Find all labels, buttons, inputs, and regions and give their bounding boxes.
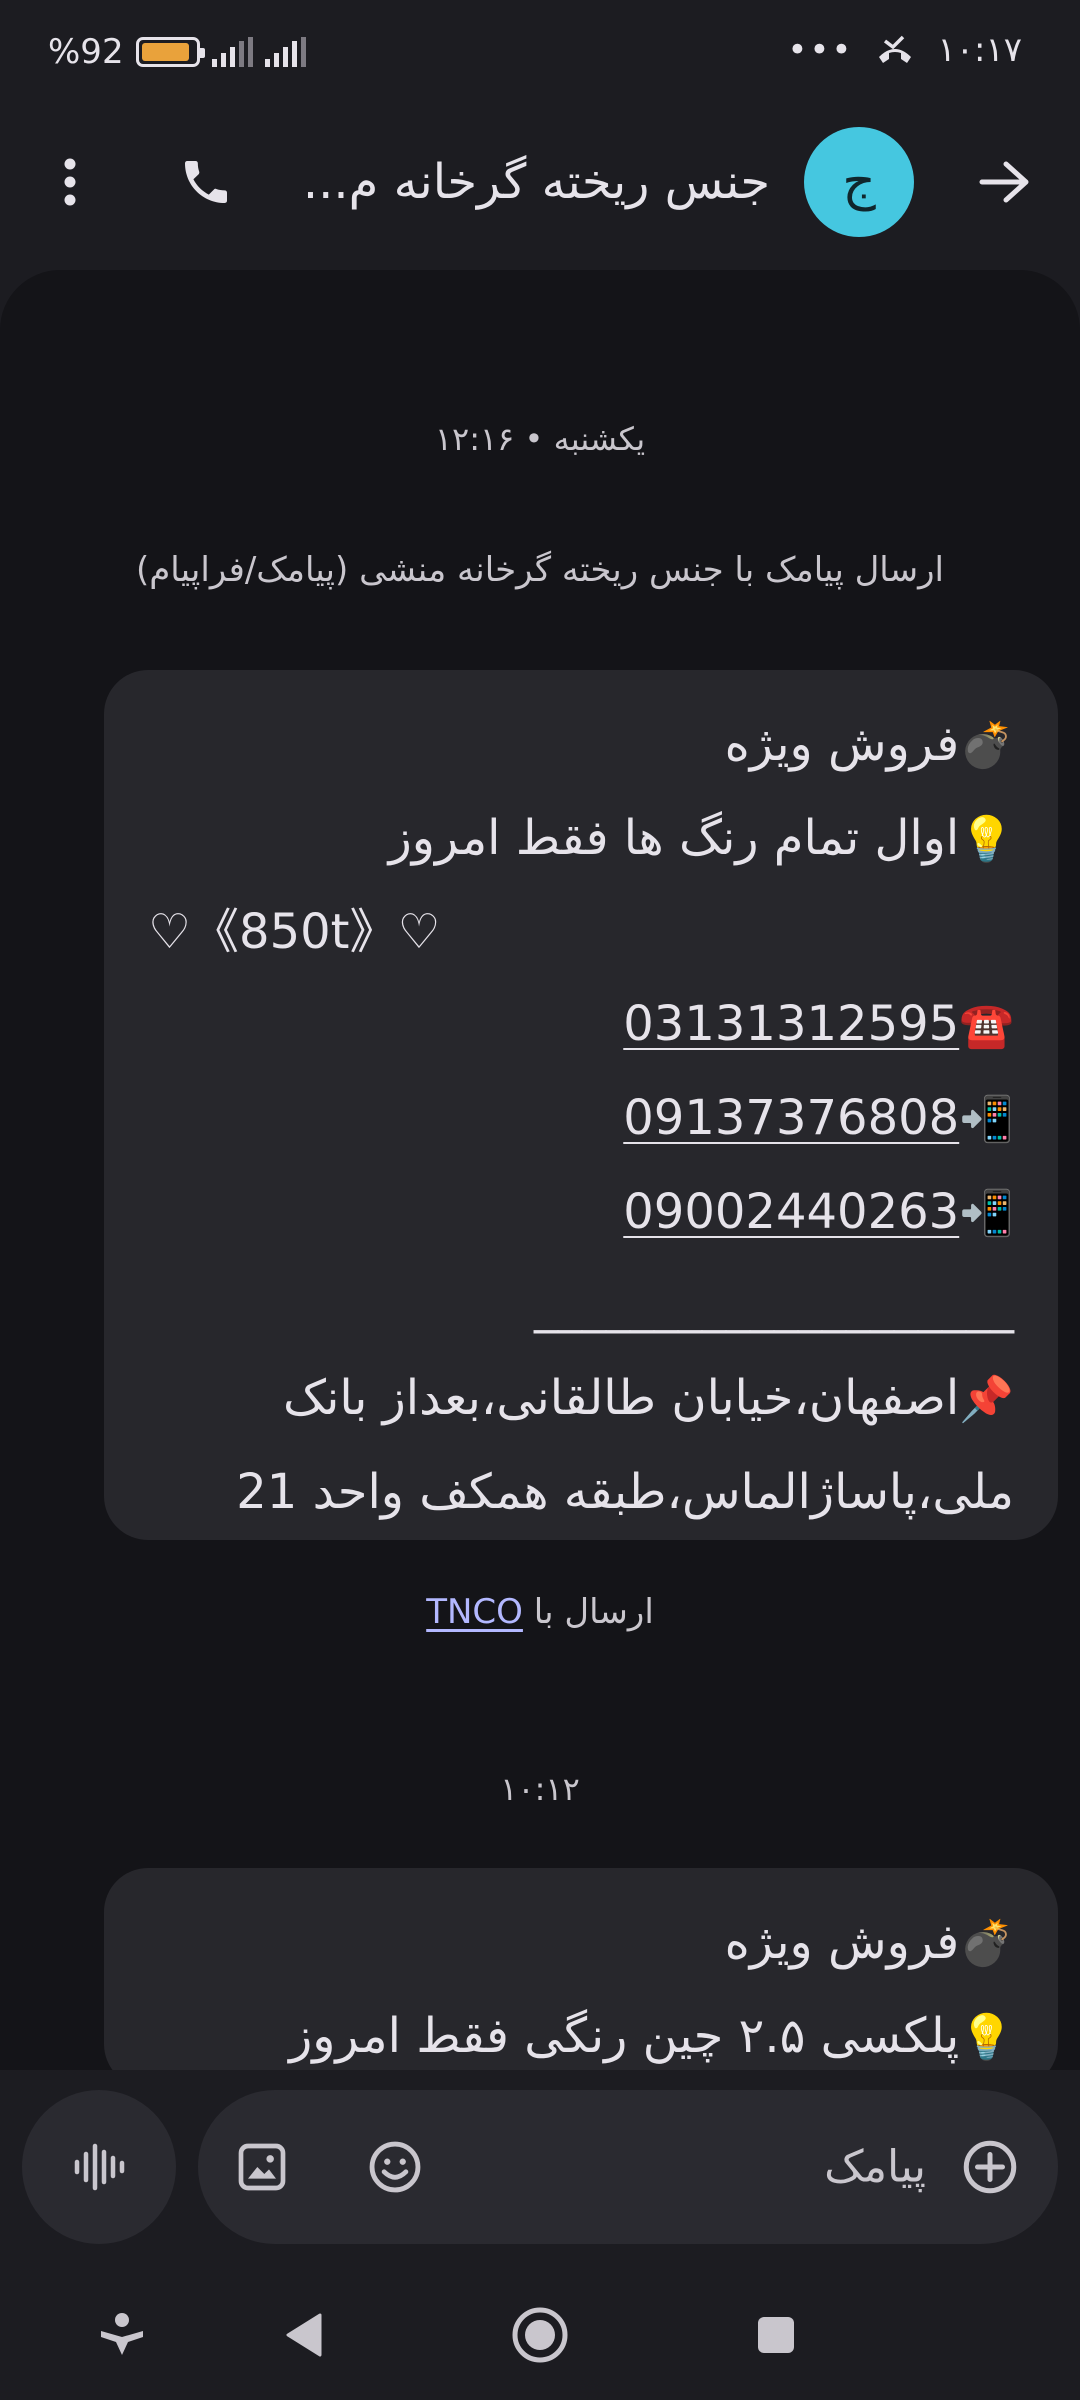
emoji-button[interactable] xyxy=(366,2138,424,2196)
message-line: 💡پلکسی ۲.۵ چین رنگی فقط امروز xyxy=(148,1990,1014,2070)
composer-bar xyxy=(0,2090,1080,2250)
back-button[interactable] xyxy=(978,160,1032,204)
status-left: %92 xyxy=(48,32,306,72)
bomb-emoji: 💣 xyxy=(959,1918,1014,1969)
arrow-right-icon xyxy=(979,161,1029,203)
pin-emoji: 📌 xyxy=(959,1374,1014,1425)
address-line: ملی،پاساژالماس،طبقه همکف واحد 21 xyxy=(236,1464,1014,1520)
mobile-emoji: 📲 xyxy=(959,1094,1014,1145)
message-line: 💣فروش ویژه xyxy=(148,698,1014,792)
address-line: 📌اصفهان،خیابان طالقانی،بعداز بانک xyxy=(148,1352,1014,1446)
message-text: ♡《850t》♡ xyxy=(148,904,441,960)
status-bar: %92 ••• ۱۰:۱۷ xyxy=(0,0,1080,110)
message-bubble[interactable]: 💣فروش ویژه 💡اوال تمام رنگ ها فقط امروز ♡… xyxy=(104,670,1058,1540)
message-line: ♡《850t》♡ xyxy=(148,886,1014,978)
message-text: پلکسی ۲.۵ چین رنگی فقط امروز xyxy=(289,2008,960,2064)
accessibility-button[interactable] xyxy=(98,2311,146,2359)
call-button[interactable] xyxy=(178,154,234,210)
bulb-emoji: 💡 xyxy=(959,814,1014,865)
date-separator: یکشنبه • ۱۲:۱۶ xyxy=(434,420,646,458)
message-text: اوال تمام رنگ ها فقط امروز xyxy=(388,810,960,866)
battery-level-fill xyxy=(141,43,190,61)
voice-record-button[interactable] xyxy=(22,2090,176,2244)
message-input-pill[interactable] xyxy=(198,2090,1058,2244)
message-text: اصفهان،خیابان طالقانی،بعداز بانک xyxy=(283,1370,960,1426)
mobile-emoji: 📲 xyxy=(959,1188,1014,1239)
back-triangle-icon xyxy=(286,2313,322,2357)
attach-image-button[interactable] xyxy=(234,2139,290,2195)
sent-via-row: ارسال با TNCO xyxy=(0,1592,1080,1632)
battery-percent: %92 xyxy=(48,32,124,72)
system-nav-bar xyxy=(0,2270,1080,2400)
phone-line: 📲09137376808 xyxy=(148,1072,1014,1166)
more-vertical-icon xyxy=(64,158,76,206)
missed-call-icon xyxy=(875,33,915,67)
message-line: 💡اوال تمام رنگ ها فقط امروز xyxy=(148,792,1014,886)
phone-line: 📲09002440263 xyxy=(148,1166,1014,1260)
sim-info-text: ارسال پیامک با جنس ریخته گرخانه منشی (پی… xyxy=(135,550,944,590)
smiley-icon xyxy=(369,2141,421,2193)
image-icon xyxy=(238,2143,286,2191)
voice-waveform-icon xyxy=(74,2143,125,2191)
add-attachment-button[interactable] xyxy=(960,2137,1020,2197)
more-options-button[interactable] xyxy=(62,156,78,208)
messaging-screen: %92 ••• ۱۰:۱۷ ج جنس ریخته گرخانه م... یک… xyxy=(0,0,1080,2400)
sent-via-label: ارسال با xyxy=(533,1592,654,1632)
conversation-panel[interactable]: یکشنبه • ۱۲:۱۶ ارسال پیامک با جنس ریخته … xyxy=(0,270,1080,2070)
avatar[interactable]: ج xyxy=(804,127,914,237)
sent-via-link[interactable]: TNCO xyxy=(426,1592,523,1632)
message-bubble[interactable]: 💣فروش ویژه 💡پلکسی ۲.۵ چین رنگی فقط امروز xyxy=(104,1868,1058,2070)
phone-icon xyxy=(185,161,227,203)
phone-line: ☎️03131312595 xyxy=(148,978,1014,1072)
time-separator: ۱۰:۱۲ xyxy=(500,1770,580,1808)
telephone-emoji: ☎️ xyxy=(959,1000,1014,1051)
overflow-dots: ••• xyxy=(787,30,854,70)
app-bar: ج جنس ریخته گرخانه م... xyxy=(0,118,1080,246)
battery-icon xyxy=(135,37,205,67)
message-input[interactable] xyxy=(626,2141,926,2193)
home-circle-icon xyxy=(512,2307,568,2363)
message-text: فروش ویژه xyxy=(724,716,960,772)
status-right: ••• ۱۰:۱۷ xyxy=(787,30,1022,70)
phone-number-link[interactable]: 09137376808 xyxy=(623,1090,959,1146)
nav-recents-button[interactable] xyxy=(756,2315,796,2355)
nav-home-button[interactable] xyxy=(511,2306,569,2364)
message-divider: ____________________ xyxy=(534,1278,1014,1334)
signal-2-icon xyxy=(264,37,306,67)
message-line: 💣فروش ویژه xyxy=(148,1896,1014,1990)
bomb-emoji: 💣 xyxy=(959,720,1014,771)
recents-square-icon xyxy=(758,2317,794,2353)
clock: ۱۰:۱۷ xyxy=(937,30,1022,70)
signal-1-icon xyxy=(211,37,253,67)
plus-circle-icon xyxy=(963,2140,1017,2194)
phone-number-link[interactable]: 09002440263 xyxy=(623,1184,959,1240)
bulb-emoji: 💡 xyxy=(959,2012,1014,2063)
phone-number-link[interactable]: 03131312595 xyxy=(623,996,959,1052)
contact-name[interactable]: جنس ریخته گرخانه م... xyxy=(303,154,770,210)
nav-back-button[interactable] xyxy=(284,2312,324,2358)
accessibility-icon xyxy=(101,2313,143,2355)
message-text: فروش ویژه xyxy=(724,1914,960,1970)
